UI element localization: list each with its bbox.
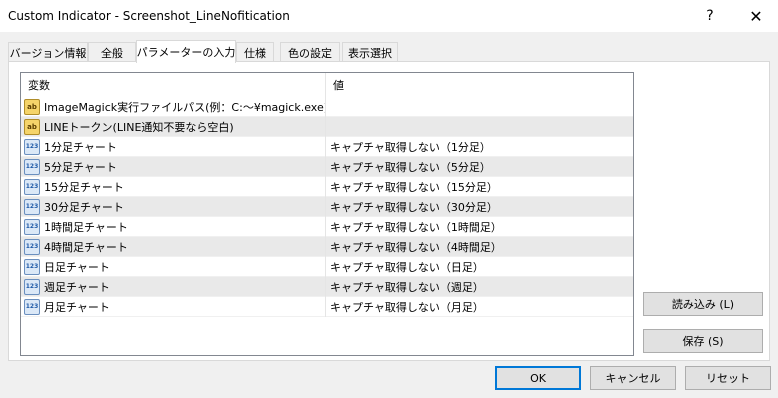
variable-name: 日足チャート (44, 261, 110, 274)
variable-cell: 123 週足チャート (21, 277, 326, 297)
value-cell[interactable]: キャプチャ取得しない（1分足） (326, 137, 633, 157)
variable-cell: 123 1分足チャート (21, 137, 326, 157)
variable-cell: ab LINEトークン(LINE通知不要なら空白) (21, 117, 326, 137)
variable-name: 4時間足チャート (44, 241, 128, 254)
table-row[interactable]: 123 月足チャート キャプチャ取得しない（月足） (21, 297, 633, 317)
value-cell[interactable]: キャプチャ取得しない（日足） (326, 257, 633, 277)
title-bar: Custom Indicator - Screenshot_LineNofiti… (0, 0, 778, 32)
variable-name: 30分足チャート (44, 201, 124, 214)
variable-name: 5分足チャート (44, 161, 117, 174)
number-icon: 123 (24, 259, 40, 275)
column-header-value[interactable]: 値 (326, 73, 633, 97)
tab-spec[interactable]: 仕様 (236, 42, 274, 62)
save-button[interactable]: 保存 (S) (643, 329, 763, 353)
number-icon: 123 (24, 159, 40, 175)
variable-name: 1分足チャート (44, 141, 117, 154)
variable-name: 週足チャート (44, 281, 110, 294)
table-row[interactable]: 123 30分足チャート キャプチャ取得しない（30分足） (21, 197, 633, 217)
load-button[interactable]: 読み込み (L) (643, 292, 763, 316)
cancel-button[interactable]: キャンセル (590, 366, 676, 390)
string-icon: ab (24, 119, 40, 135)
table-row[interactable]: 123 週足チャート キャプチャ取得しない（週足） (21, 277, 633, 297)
value-cell[interactable]: キャプチャ取得しない（週足） (326, 277, 633, 297)
tab-version-info[interactable]: バージョン情報 (8, 42, 88, 62)
parameters-grid: 変数 値 ab ImageMagick実行ファイルパス(例：C:～¥magick… (20, 72, 634, 356)
variable-cell: 123 4時間足チャート (21, 237, 326, 257)
grid-header: 変数 値 (21, 73, 633, 97)
table-row[interactable]: 123 15分足チャート キャプチャ取得しない（15分足） (21, 177, 633, 197)
number-icon: 123 (24, 239, 40, 255)
value-cell[interactable]: キャプチャ取得しない（15分足） (326, 177, 633, 197)
parameters-panel: 変数 値 ab ImageMagick実行ファイルパス(例：C:～¥magick… (8, 61, 770, 361)
tab-general[interactable]: 全般 (88, 42, 136, 62)
variable-cell: 123 月足チャート (21, 297, 326, 317)
variable-name: 月足チャート (44, 301, 110, 314)
variable-cell: 123 5分足チャート (21, 157, 326, 177)
value-cell[interactable] (326, 117, 633, 137)
variable-cell: 123 15分足チャート (21, 177, 326, 197)
close-button[interactable]: ✕ (734, 0, 778, 32)
variable-cell: ab ImageMagick実行ファイルパス(例：C:～¥magick.exe) (21, 97, 326, 117)
number-icon: 123 (24, 199, 40, 215)
value-cell[interactable]: キャプチャ取得しない（月足） (326, 297, 633, 317)
number-icon: 123 (24, 219, 40, 235)
string-icon: ab (24, 99, 40, 115)
tab-display[interactable]: 表示選択 (342, 42, 398, 62)
value-cell[interactable]: キャプチャ取得しない（5分足） (326, 157, 633, 177)
value-cell[interactable]: キャプチャ取得しない（4時間足） (326, 237, 633, 257)
table-row[interactable]: 123 1分足チャート キャプチャ取得しない（1分足） (21, 137, 633, 157)
tab-colors[interactable]: 色の設定 (280, 42, 340, 62)
variable-cell: 123 日足チャート (21, 257, 326, 277)
variable-cell: 123 30分足チャート (21, 197, 326, 217)
reset-button[interactable]: リセット (685, 366, 771, 390)
table-row[interactable]: ab ImageMagick実行ファイルパス(例：C:～¥magick.exe) (21, 97, 633, 117)
variable-name: 1時間足チャート (44, 221, 128, 234)
value-cell[interactable]: キャプチャ取得しない（1時間足） (326, 217, 633, 237)
tab-parameters[interactable]: パラメーターの入力 (136, 40, 236, 63)
help-button[interactable]: ? (688, 0, 732, 32)
ok-button[interactable]: OK (495, 366, 581, 390)
table-row[interactable]: ab LINEトークン(LINE通知不要なら空白) (21, 117, 633, 137)
table-row[interactable]: 123 日足チャート キャプチャ取得しない（日足） (21, 257, 633, 277)
column-header-variable[interactable]: 変数 (21, 73, 326, 97)
variable-name: 15分足チャート (44, 181, 124, 194)
value-cell[interactable]: キャプチャ取得しない（30分足） (326, 197, 633, 217)
number-icon: 123 (24, 179, 40, 195)
variable-name: ImageMagick実行ファイルパス(例：C:～¥magick.exe) (44, 101, 326, 114)
variable-name: LINEトークン(LINE通知不要なら空白) (44, 121, 234, 134)
window-title: Custom Indicator - Screenshot_LineNofiti… (8, 9, 290, 23)
number-icon: 123 (24, 299, 40, 315)
value-cell[interactable] (326, 97, 633, 117)
table-row[interactable]: 123 4時間足チャート キャプチャ取得しない（4時間足） (21, 237, 633, 257)
table-row[interactable]: 123 1時間足チャート キャプチャ取得しない（1時間足） (21, 217, 633, 237)
variable-cell: 123 1時間足チャート (21, 217, 326, 237)
number-icon: 123 (24, 279, 40, 295)
number-icon: 123 (24, 139, 40, 155)
table-row[interactable]: 123 5分足チャート キャプチャ取得しない（5分足） (21, 157, 633, 177)
